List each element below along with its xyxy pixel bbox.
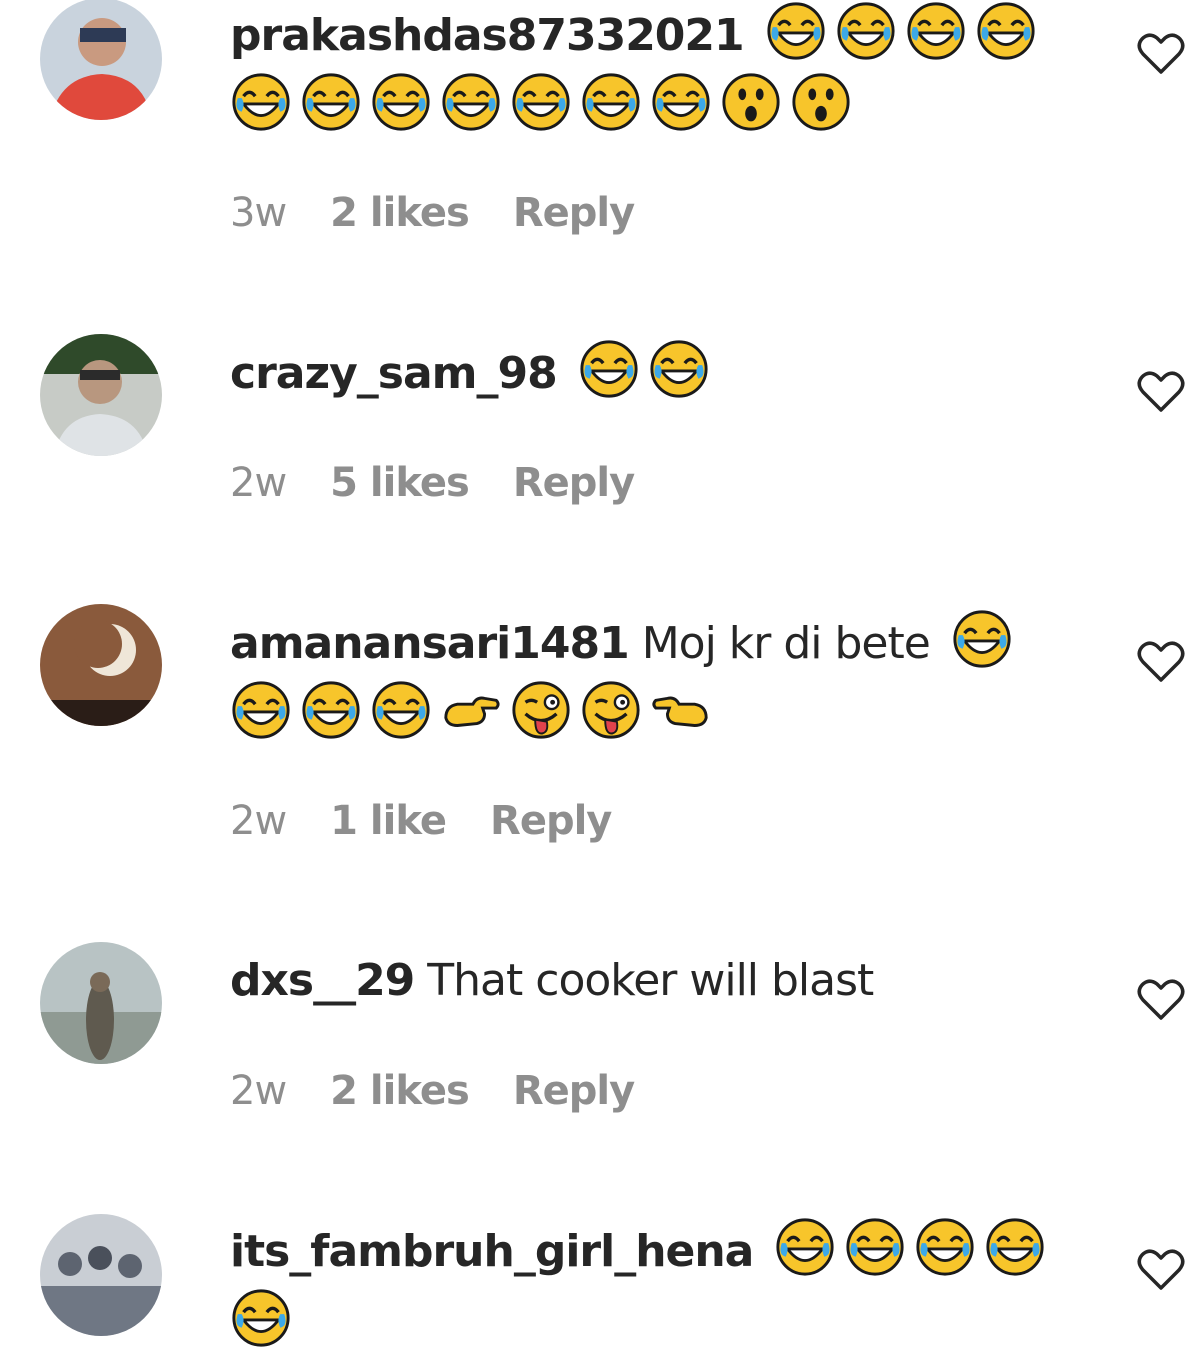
joy-emoji-icon	[370, 71, 432, 133]
point-left-emoji-icon	[650, 679, 712, 741]
likes-count[interactable]: 2 likes	[330, 1068, 470, 1114]
heart-outline-icon[interactable]	[1136, 638, 1186, 684]
username[interactable]: dxs__29	[230, 955, 415, 1006]
joy-emoji-icon	[951, 608, 1013, 670]
comment-time[interactable]: 2w	[230, 1068, 287, 1114]
username[interactable]: amanansari1481	[230, 618, 630, 669]
comment-text: crazy_sam_98	[230, 338, 1070, 409]
likes-count[interactable]: 5 likes	[330, 460, 470, 506]
joy-emoji-icon	[765, 0, 827, 62]
reply-button[interactable]: Reply	[513, 190, 635, 236]
comment-meta: 2w 5 likes Reply	[230, 460, 678, 506]
comment-meta: 2w 1 like Reply	[230, 798, 655, 844]
emoji-row	[757, 2, 1037, 61]
comment-time[interactable]: 2w	[230, 460, 287, 506]
joy-emoji-icon	[984, 1216, 1046, 1278]
likes-count[interactable]: 2 likes	[330, 190, 470, 236]
joy-emoji-icon	[300, 679, 362, 741]
avatar[interactable]	[40, 604, 162, 726]
comment-text: its_fambruh_girl_hena	[230, 1216, 1070, 1358]
comment-body: Moj kr di bete	[641, 618, 931, 669]
joy-emoji-icon	[905, 0, 967, 62]
comment-text: dxs__29 That cooker will blast	[230, 946, 1070, 1016]
emoji-row	[222, 1289, 292, 1348]
username[interactable]: its_fambruh_girl_hena	[230, 1226, 754, 1277]
joy-emoji-icon	[648, 338, 710, 400]
zany-face-emoji-icon	[580, 679, 642, 741]
emoji-row	[222, 681, 712, 740]
joy-emoji-icon	[975, 0, 1037, 62]
emoji-row	[766, 1218, 1046, 1277]
reply-button[interactable]: Reply	[513, 1068, 635, 1114]
heart-outline-icon[interactable]	[1136, 30, 1186, 76]
joy-emoji-icon	[835, 0, 897, 62]
comment-time[interactable]: 3w	[230, 190, 287, 236]
astonished-emoji-icon	[720, 71, 782, 133]
comment-text: amanansari1481 Moj kr di bete	[230, 608, 1070, 750]
heart-outline-icon[interactable]	[1136, 976, 1186, 1022]
joy-emoji-icon	[510, 71, 572, 133]
point-right-emoji-icon	[440, 679, 502, 741]
emoji-row	[222, 73, 852, 132]
joy-emoji-icon	[300, 71, 362, 133]
avatar[interactable]	[40, 334, 162, 456]
joy-emoji-icon	[230, 679, 292, 741]
avatar[interactable]	[40, 0, 162, 120]
comment-meta: 3w 2 likes Reply	[230, 190, 678, 236]
reply-button[interactable]: Reply	[513, 460, 635, 506]
joy-emoji-icon	[440, 71, 502, 133]
heart-outline-icon[interactable]	[1136, 1246, 1186, 1292]
joy-emoji-icon	[774, 1216, 836, 1278]
joy-emoji-icon	[844, 1216, 906, 1278]
joy-emoji-icon	[370, 679, 432, 741]
heart-outline-icon[interactable]	[1136, 368, 1186, 414]
comment-body: That cooker will blast	[427, 955, 874, 1006]
comment-time[interactable]: 2w	[230, 798, 287, 844]
emoji-row	[570, 340, 710, 399]
joy-emoji-icon	[914, 1216, 976, 1278]
comment-meta: 2w 2 likes Reply	[230, 1068, 678, 1114]
joy-emoji-icon	[230, 1287, 292, 1349]
reply-button[interactable]: Reply	[490, 798, 612, 844]
comment-text: prakashdas87332021	[230, 0, 1070, 142]
zany-face-emoji-icon	[510, 679, 572, 741]
username[interactable]: crazy_sam_98	[230, 348, 558, 399]
astonished-emoji-icon	[790, 71, 852, 133]
likes-count[interactable]: 1 like	[330, 798, 447, 844]
username[interactable]: prakashdas87332021	[230, 10, 745, 61]
joy-emoji-icon	[578, 338, 640, 400]
emoji-row	[943, 610, 1013, 669]
avatar[interactable]	[40, 942, 162, 1064]
joy-emoji-icon	[650, 71, 712, 133]
joy-emoji-icon	[230, 71, 292, 133]
joy-emoji-icon	[580, 71, 642, 133]
avatar[interactable]	[40, 1214, 162, 1336]
